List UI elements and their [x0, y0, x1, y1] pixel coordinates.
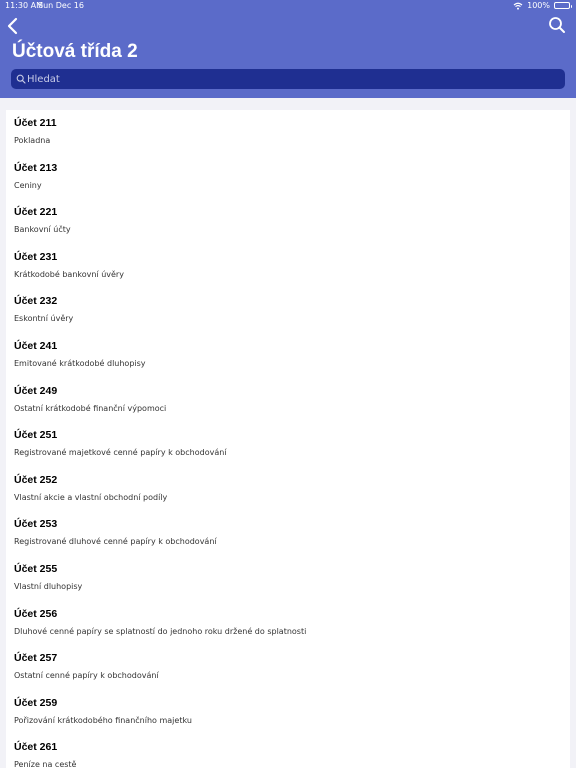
account-code: Účet 256 — [14, 607, 58, 620]
status-bar: 11:30 AM Sun Dec 16 100% — [0, 0, 576, 12]
list-item[interactable]: Účet 241 Emitované krátkodobé dluhopisy — [6, 333, 570, 378]
list-item[interactable]: Účet 249 Ostatní krátkodobé finanční výpo… — [6, 378, 570, 423]
list-item[interactable]: Účet 211 Pokladna — [6, 110, 570, 155]
list-item[interactable]: Účet 256 Dluhové cenné papíry se splatnos… — [6, 601, 570, 646]
page-title: Účtová třída 2 — [12, 41, 138, 62]
search-bar[interactable] — [11, 69, 565, 89]
list-item[interactable]: Účet 261 Peníze na cestě — [6, 734, 570, 768]
account-list: Účet 211 Pokladna Účet 213 Ceniny Účet 221 Ba… — [6, 110, 570, 768]
back-chevron-icon[interactable] — [4, 16, 22, 36]
account-code: Účet 259 — [14, 696, 58, 709]
account-code: Účet 257 — [14, 652, 58, 665]
wifi-icon — [513, 2, 523, 10]
list-item[interactable]: Účet 255 Vlastní dluhopisy — [6, 556, 570, 601]
list-item[interactable]: Účet 251 Registrované majetkové cenné pap… — [6, 422, 570, 467]
account-name: Ceniny — [14, 180, 42, 190]
account-name: Ostatní cenné papíry k obchodování — [14, 671, 159, 681]
account-code: Účet 252 — [14, 473, 58, 486]
nav-header: 11:30 AM Sun Dec 16 100% Účtová třída 2 — [0, 0, 576, 98]
account-name: Emitované krátkodobé dluhopisy — [14, 358, 146, 368]
account-code: Účet 213 — [14, 161, 58, 174]
account-name: Registrované dluhové cenné papíry k obch… — [14, 537, 217, 547]
account-code: Účet 232 — [14, 295, 58, 308]
account-name: Krátkodobé bankovní úvěry — [14, 269, 124, 279]
list-item[interactable]: Účet 259 Pořizování krátkodobého finanční… — [6, 690, 570, 735]
account-name: Vlastní dluhopisy — [14, 581, 83, 591]
list-item[interactable]: Účet 231 Krátkodobé bankovní úvěry — [6, 244, 570, 289]
list-item[interactable]: Účet 252 Vlastní akcie a vlastní obchodní… — [6, 467, 570, 512]
account-code: Účet 253 — [14, 518, 58, 531]
list-item[interactable]: Účet 221 Bankovní účty — [6, 199, 570, 244]
account-name: Ostatní krátkodobé finanční výpomoci — [14, 403, 167, 413]
search-field-icon — [16, 74, 26, 84]
account-name: Peníze na cestě — [14, 760, 77, 768]
account-name: Eskontní úvěry — [14, 314, 74, 324]
account-code: Účet 249 — [14, 384, 58, 397]
search-input[interactable] — [27, 69, 557, 89]
list-item[interactable]: Účet 232 Eskontní úvěry — [6, 288, 570, 333]
account-code: Účet 231 — [14, 250, 58, 263]
account-name: Dluhové cenné papíry se splatností do je… — [14, 626, 307, 636]
account-name: Pokladna — [14, 136, 51, 145]
account-code: Účet 221 — [14, 206, 58, 219]
battery-percent: 100% — [527, 1, 550, 10]
status-right: 100% — [513, 1, 572, 10]
account-name: Bankovní účty — [14, 225, 71, 235]
search-icon[interactable] — [548, 16, 566, 34]
account-code: Účet 261 — [14, 741, 58, 754]
account-name: Registrované majetkové cenné papíry k ob… — [14, 448, 227, 458]
account-name: Pořizování krátkodobého finančního majet… — [14, 715, 192, 725]
list-item[interactable]: Účet 213 Ceniny — [6, 155, 570, 200]
account-code: Účet 251 — [14, 429, 58, 442]
list-item[interactable]: Účet 253 Registrované dluhové cenné papír… — [6, 511, 570, 556]
battery-icon — [554, 2, 572, 9]
list-item[interactable]: Účet 257 Ostatní cenné papíry k obchodová… — [6, 645, 570, 690]
status-date: Sun Dec 16 — [38, 1, 84, 10]
account-name: Vlastní akcie a vlastní obchodní podíly — [14, 492, 168, 502]
account-code: Účet 241 — [14, 339, 58, 352]
account-code: Účet 255 — [14, 562, 58, 575]
account-code: Účet 211 — [14, 117, 57, 129]
